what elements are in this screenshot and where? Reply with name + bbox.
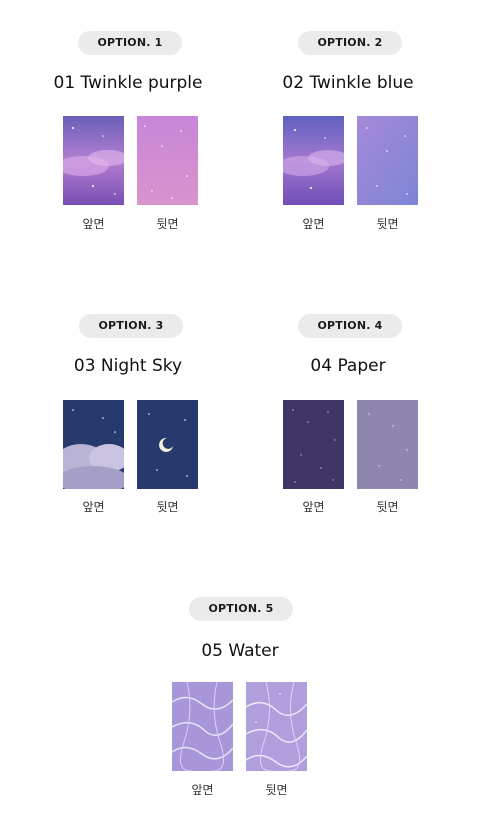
option-1-front-image: [63, 116, 124, 205]
option-5-badge: OPTION. 5: [189, 597, 293, 621]
option-4-front-label: 앞면: [302, 500, 325, 514]
option-4-badge: OPTION. 4: [298, 314, 402, 338]
option-2-back-label: 뒷면: [376, 217, 399, 231]
option-2-front-image: [283, 116, 344, 205]
option-5-back-label: 뒷면: [265, 783, 288, 797]
option-1-badge: OPTION. 1: [78, 31, 182, 55]
option-3-front-image: [63, 400, 124, 489]
option-3-back-image: [137, 400, 198, 489]
option-2-title: 02 Twinkle blue: [282, 73, 414, 93]
option-4-title: 04 Paper: [310, 356, 386, 376]
option-2-front-label: 앞면: [302, 217, 325, 231]
option-4-back-label: 뒷면: [376, 500, 399, 514]
option-2-badge: OPTION. 2: [298, 31, 402, 55]
option-1-back-image: [137, 116, 198, 205]
option-3-badge: OPTION. 3: [79, 314, 183, 338]
option-1-back-label: 뒷면: [156, 217, 179, 231]
option-1-front-label: 앞면: [82, 217, 105, 231]
option-4-back-image: [357, 400, 418, 489]
option-5-back-image: [246, 682, 307, 771]
option-3-front-label: 앞면: [82, 500, 105, 514]
option-3-title: 03 Night Sky: [73, 356, 183, 376]
option-2-back-image: [357, 116, 418, 205]
option-1-title: 01 Twinkle purple: [53, 73, 203, 93]
option-5-title: 05 Water: [201, 641, 279, 661]
option-5-front-label: 앞면: [191, 783, 214, 797]
option-5-front-image: [172, 682, 233, 771]
option-3-back-label: 뒷면: [156, 500, 179, 514]
option-4-front-image: [283, 400, 344, 489]
